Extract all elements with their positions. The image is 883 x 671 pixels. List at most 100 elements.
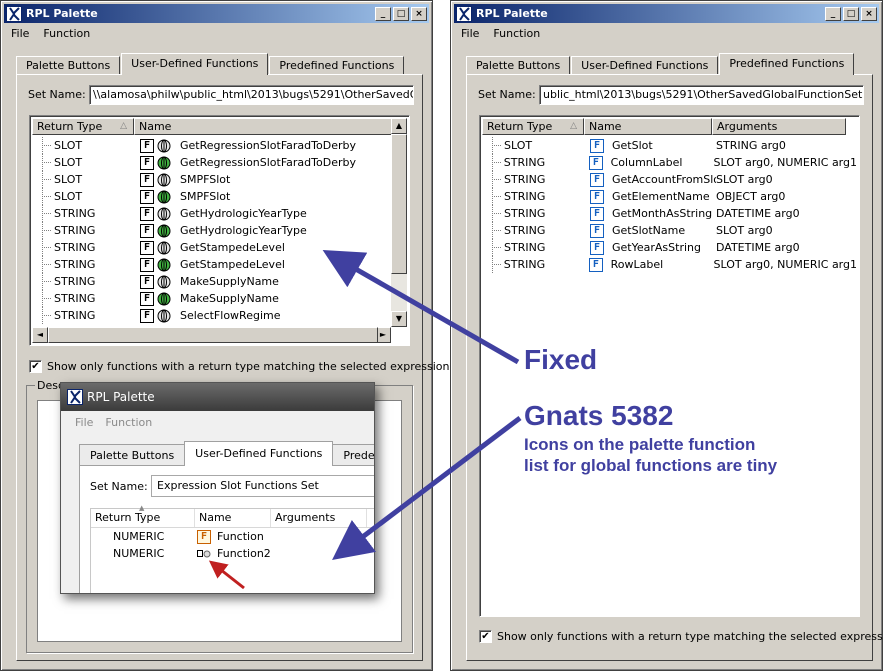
window-title: RPL Palette xyxy=(26,7,98,20)
row-icons: F xyxy=(590,223,612,238)
table-row[interactable]: SLOT F GetRegressionSlotFaradToDerby xyxy=(32,137,407,154)
function-f-icon: F xyxy=(197,529,211,544)
vertical-scrollbar[interactable]: ▲ ▼ xyxy=(391,118,407,327)
scroll-left-icon[interactable]: ◄ xyxy=(32,327,48,343)
row-arguments: SLOT arg0, NUMERIC arg1 xyxy=(713,156,857,169)
tab-user-defined-functions[interactable]: User-Defined Functions xyxy=(121,53,269,75)
column-return-type[interactable]: Return Type △ xyxy=(32,118,134,135)
table-row[interactable]: STRING F GetElementName OBJECT arg0 xyxy=(482,188,857,205)
row-icons: F xyxy=(590,240,612,255)
function-f-icon: F xyxy=(140,240,154,255)
menu-file[interactable]: File xyxy=(454,27,486,40)
table-row[interactable]: STRING F GetYearAsString DATETIME arg0 xyxy=(482,239,857,256)
table-row[interactable]: STRING F ColumnLabel SLOT arg0, NUMERIC arg… xyxy=(482,154,857,171)
inset-row-name: Function xyxy=(217,530,264,543)
function-table: Return Type △ Name SLOT F GetRegressionSlo… xyxy=(29,115,410,346)
gnats-callout-title: Gnats 5382 xyxy=(524,400,674,431)
inset-table-header: Return Type ▲ Name Arguments xyxy=(91,504,374,528)
menu-function[interactable]: Function xyxy=(486,27,547,40)
row-return-type: SLOT xyxy=(504,139,533,152)
row-function-name: GetRegressionSlotFaradToDerby xyxy=(180,156,356,169)
horizontal-scrollbar[interactable]: ◄ ► xyxy=(32,327,391,343)
return-type-filter[interactable]: ✔ Show only functions with a return type… xyxy=(479,630,883,643)
scroll-thumb[interactable] xyxy=(391,134,407,274)
right-title-bar[interactable]: RPL Palette _ □ × xyxy=(454,4,879,23)
scroll-up-icon[interactable]: ▲ xyxy=(391,118,407,134)
hscroll-thumb[interactable] xyxy=(48,327,378,343)
global-function-globe-icon xyxy=(157,139,171,152)
table-row[interactable]: STRING F RowLabel SLOT arg0, NUMERIC arg1 xyxy=(482,256,857,273)
set-name-field[interactable]: \\alamosa\philw\public_html\2013\bugs\52… xyxy=(89,85,414,105)
table-row[interactable]: STRING F GetAccountFromSlot SLOT arg0 xyxy=(482,171,857,188)
maximize-icon[interactable]: □ xyxy=(393,6,409,21)
function-rows: SLOT F GetRegressionSlotFaradToDerby SLOT F G… xyxy=(32,137,407,324)
tree-connector xyxy=(32,290,54,307)
global-function-globe-icon xyxy=(157,190,171,203)
tree-connector xyxy=(32,273,54,290)
inset-row-type: NUMERIC xyxy=(113,547,165,560)
row-arguments: SLOT arg0 xyxy=(716,173,773,186)
menu-file[interactable]: File xyxy=(4,27,36,40)
inset-tab-strip: Palette Buttons User-Defined Functions P… xyxy=(79,441,374,466)
minimize-icon[interactable]: _ xyxy=(825,6,841,21)
return-type-filter[interactable]: ✔ Show only functions with a return type… xyxy=(29,360,453,373)
tab-palette-buttons[interactable]: Palette Buttons xyxy=(16,56,121,75)
table-row[interactable]: SLOT F SMPFSlot xyxy=(32,171,407,188)
menu-function[interactable]: Function xyxy=(36,27,97,40)
column-name[interactable]: Name xyxy=(584,118,712,135)
set-name-label: Set Name: xyxy=(478,88,536,101)
table-row[interactable]: STRING F GetHydrologicYearType xyxy=(32,205,407,222)
tab-predefined-functions[interactable]: Predefined Functions xyxy=(269,56,405,75)
row-return-type: SLOT xyxy=(54,139,83,152)
table-row[interactable]: SLOT F GetSlot STRING arg0 xyxy=(482,137,857,154)
table-row[interactable]: STRING F GetMonthAsString DATETIME arg0 xyxy=(482,205,857,222)
filter-checkbox-label: Show only functions with a return type m… xyxy=(497,630,883,643)
gnats-callout-line1: Icons on the palette function xyxy=(524,435,756,454)
filter-checkbox[interactable]: ✔ xyxy=(479,630,492,643)
row-return-type: STRING xyxy=(54,258,96,271)
table-row[interactable]: STRING F MakeSupplyName xyxy=(32,273,407,290)
tree-connector xyxy=(482,256,504,273)
close-icon[interactable]: × xyxy=(861,6,877,21)
row-function-name: SMPFSlot xyxy=(180,190,231,203)
column-arguments[interactable]: Arguments xyxy=(712,118,846,135)
function-f-icon: F xyxy=(140,291,154,306)
table-row[interactable]: SLOT F SMPFSlot xyxy=(32,188,407,205)
fixed-callout: Fixed xyxy=(524,344,598,375)
row-function-name: GetAccountFromSlot xyxy=(612,173,716,186)
table-row[interactable]: STRING F GetStampedeLevel xyxy=(32,256,407,273)
row-return-type: STRING xyxy=(504,173,546,186)
left-title-bar[interactable]: RPL Palette _ □ × xyxy=(4,4,429,23)
tab-palette-buttons[interactable]: Palette Buttons xyxy=(466,56,571,75)
maximize-icon[interactable]: □ xyxy=(843,6,859,21)
function-f-icon: F xyxy=(590,189,604,204)
table-row[interactable]: STRING F GetHydrologicYearType xyxy=(32,222,407,239)
table-row[interactable]: STRING F SelectFlowRegime xyxy=(32,307,407,324)
scroll-down-icon[interactable]: ▼ xyxy=(391,311,407,327)
close-icon[interactable]: × xyxy=(411,6,427,21)
table-row[interactable]: STRING F GetStampedeLevel xyxy=(32,239,407,256)
filter-checkbox[interactable]: ✔ xyxy=(29,360,42,373)
inset-set-name-field: Expression Slot Functions Set xyxy=(151,475,374,497)
table-row[interactable]: STRING F MakeSupplyName xyxy=(32,290,407,307)
inset-column-return-type: Return Type ▲ xyxy=(91,504,195,527)
function-f-icon: F xyxy=(590,240,604,255)
column-return-type[interactable]: Return Type △ xyxy=(482,118,584,135)
tab-user-defined-functions[interactable]: User-Defined Functions xyxy=(571,56,719,75)
right-menubar: File Function xyxy=(454,24,879,42)
tree-connector xyxy=(482,188,504,205)
table-row[interactable]: SLOT F GetRegressionSlotFaradToDerby xyxy=(32,154,407,171)
table-row[interactable]: STRING F GetSlotName SLOT arg0 xyxy=(482,222,857,239)
row-icons: F xyxy=(590,206,612,221)
inset-set-name-label: Set Name: xyxy=(90,480,148,493)
rpl-app-icon xyxy=(67,389,83,405)
tab-predefined-functions[interactable]: Predefined Functions xyxy=(719,53,855,75)
row-icons: F xyxy=(140,206,180,221)
row-icons: F xyxy=(140,172,180,187)
column-name[interactable]: Name xyxy=(134,118,407,135)
row-function-name: GetMonthAsString xyxy=(612,207,713,220)
minimize-icon[interactable]: _ xyxy=(375,6,391,21)
inset-tab-predefined: Predefined xyxy=(332,444,374,466)
table-header: Return Type △ Name xyxy=(32,118,407,135)
set-name-field[interactable]: ublic_html\2013\bugs\5291\OtherSavedGlob… xyxy=(539,85,864,105)
